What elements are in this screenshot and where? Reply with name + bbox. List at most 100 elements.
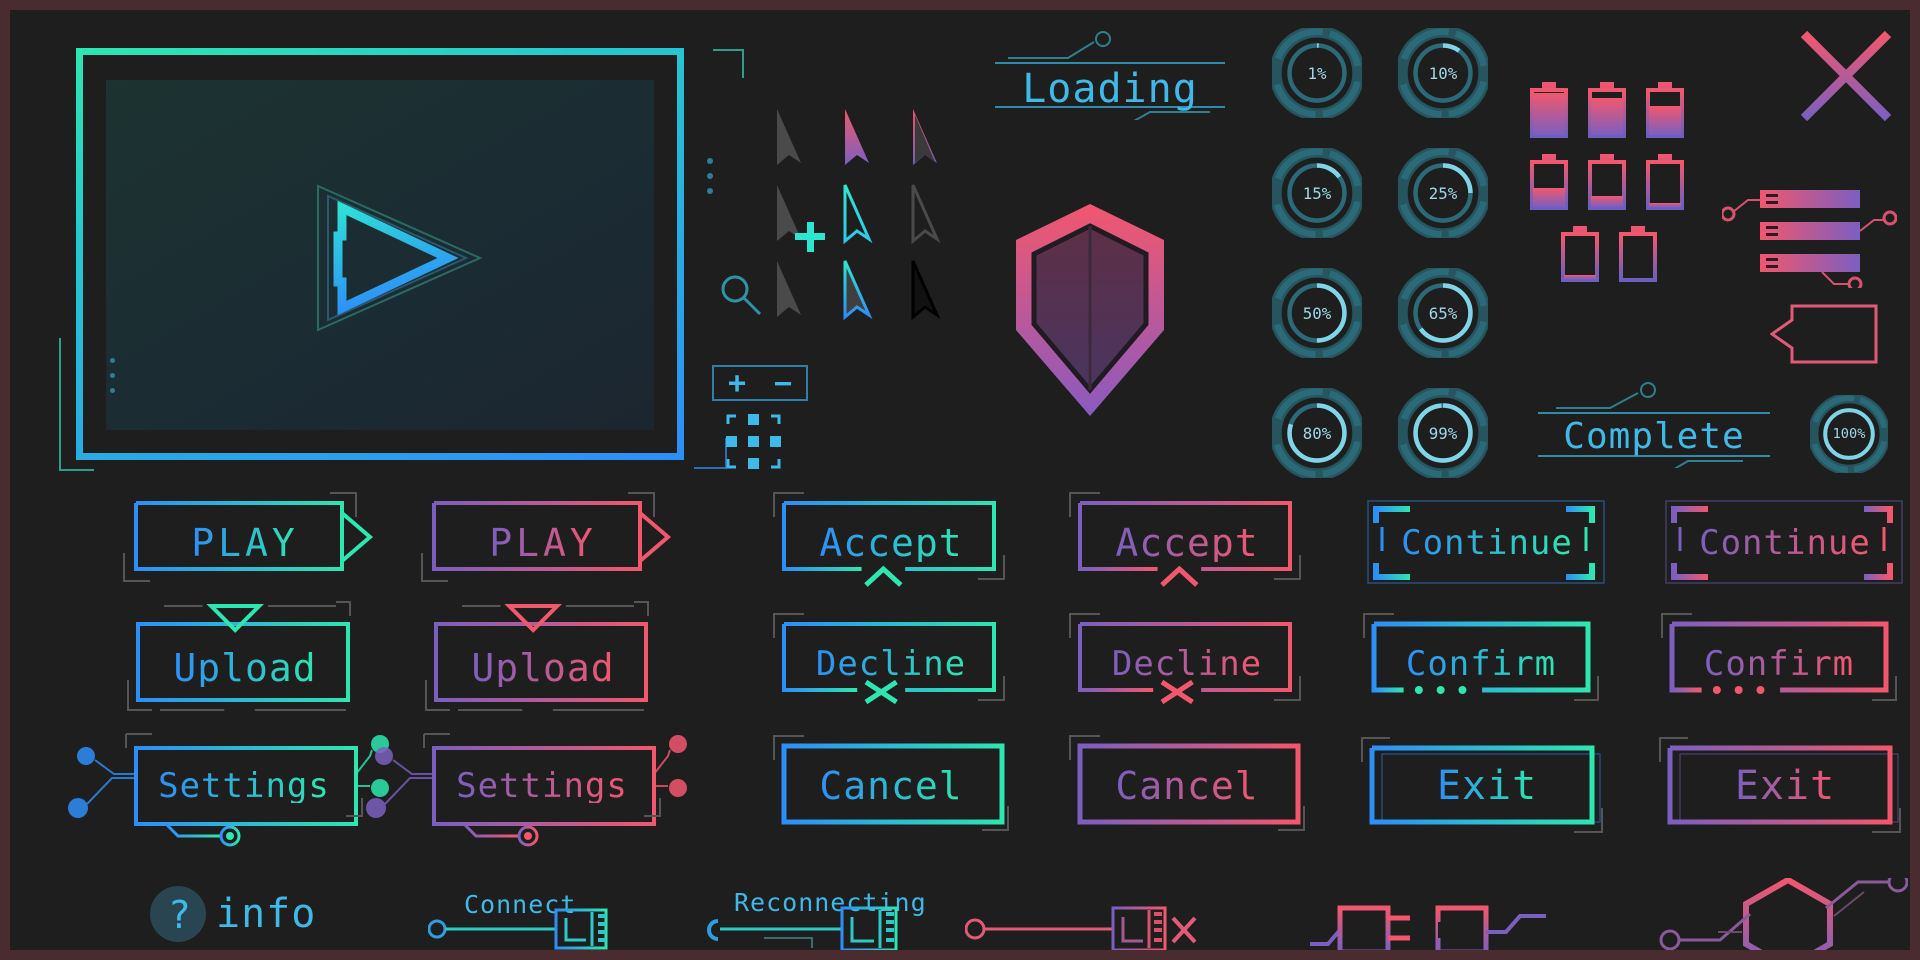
info-label: info — [216, 891, 317, 937]
hex-node-icon[interactable] — [1658, 878, 1908, 950]
button-continue-cyan[interactable]: Continue — [1367, 500, 1605, 584]
node-circle — [1095, 31, 1111, 47]
button-confirm-cyan[interactable]: Confirm — [1363, 613, 1599, 702]
cursor-pink-outline — [845, 109, 869, 165]
video-preview-frame[interactable] — [58, 38, 744, 478]
button-label: Settings — [456, 766, 628, 806]
button-settings-cyan[interactable]: Settings — [68, 733, 389, 847]
battery-fill — [1533, 188, 1565, 207]
deco-corner-tr — [713, 49, 744, 78]
progress-ring[interactable]: 25% — [1398, 148, 1488, 238]
progress-ring[interactable]: 50% — [1272, 268, 1362, 358]
button-label: Continue — [1401, 523, 1573, 563]
complete-status: Complete — [1538, 382, 1770, 468]
button-label: Continue — [1699, 523, 1871, 563]
battery-10 — [1646, 154, 1684, 210]
progress-ring[interactable]: 1% — [1272, 28, 1362, 118]
battery-empty — [1619, 226, 1657, 282]
progress-ring-label: 100% — [1832, 426, 1866, 442]
button-confirm-pink[interactable]: Confirm — [1661, 613, 1897, 702]
deco-corner-br — [694, 438, 727, 469]
plug-icon[interactable] — [1310, 892, 1580, 950]
cursor-grey-solid — [777, 109, 801, 317]
progress-ring[interactable]: 100% — [1810, 395, 1888, 473]
progress-ring-label: 15% — [1302, 183, 1332, 203]
progress-ring-label: 50% — [1302, 303, 1332, 323]
button-label: PLAY — [191, 521, 299, 565]
button-label: Decline — [1111, 644, 1263, 684]
close-x-icon[interactable] — [1798, 28, 1894, 124]
cursor-faint-outline — [911, 184, 941, 245]
button-label: Upload — [471, 646, 615, 690]
progress-ring[interactable]: 65% — [1398, 268, 1488, 358]
button-decline-pink[interactable]: Decline — [1069, 613, 1301, 705]
side-dot — [110, 388, 115, 393]
progress-ring[interactable]: 80% — [1272, 388, 1362, 478]
button-label: Confirm — [1405, 644, 1557, 684]
button-exit-pink[interactable]: Exit — [1659, 737, 1901, 833]
battery-25 — [1588, 154, 1626, 210]
button-label: Upload — [173, 646, 317, 690]
battery-fill — [1591, 196, 1623, 207]
progress-ring-label: 1% — [1307, 63, 1327, 83]
side-dot — [707, 188, 713, 194]
info-button[interactable]: ? info — [150, 886, 317, 942]
battery-shell — [1619, 232, 1657, 282]
progress-ring[interactable]: 10% — [1398, 28, 1488, 118]
progress-ring-label: 80% — [1302, 423, 1332, 443]
play-triangle-icon[interactable] — [298, 178, 498, 338]
cursor-set — [775, 105, 955, 325]
battery-70 — [1646, 82, 1684, 138]
loading-status: Loading — [995, 30, 1225, 120]
zoom-in-button[interactable]: + — [728, 366, 746, 401]
progress-ring-label: 65% — [1428, 303, 1458, 323]
battery-45 — [1530, 154, 1568, 210]
battery-low — [1561, 226, 1599, 282]
button-exit-cyan[interactable]: Exit — [1361, 737, 1603, 833]
button-settings-pink[interactable]: Settings — [366, 733, 687, 847]
tag-callout-icon — [1770, 304, 1878, 364]
battery-fill — [1564, 275, 1596, 279]
complete-label: Complete — [1563, 416, 1745, 457]
progress-ring-label: 99% — [1428, 423, 1458, 443]
cursor-black-outline — [911, 260, 941, 321]
battery-fill — [1649, 106, 1681, 135]
node-circle — [1640, 382, 1656, 398]
button-accept-pink[interactable]: Accept — [1069, 492, 1301, 587]
button-cancel-pink[interactable]: Cancel — [1067, 735, 1311, 831]
battery-90 — [1588, 82, 1626, 138]
button-play-pink[interactable]: PLAY — [421, 492, 672, 582]
progress-ring[interactable]: 15% — [1272, 148, 1362, 238]
button-accept-cyan[interactable]: Accept — [773, 492, 1005, 587]
button-decline-cyan[interactable]: Decline — [773, 613, 1005, 705]
dot-grid-icon[interactable] — [726, 414, 782, 470]
reconnecting-indicator[interactable]: Reconnecting — [702, 888, 932, 950]
button-label: Decline — [815, 644, 967, 684]
battery-fill — [1591, 98, 1623, 135]
progress-ring-label: 25% — [1428, 183, 1458, 203]
battery-full — [1530, 82, 1568, 138]
button-play-cyan[interactable]: PLAY — [123, 492, 374, 582]
zoom-stepper[interactable]: + − — [712, 365, 808, 401]
plug-disconnected-icon[interactable] — [965, 898, 1205, 950]
loading-label: Loading — [1022, 66, 1198, 112]
zoom-out-button[interactable]: − — [774, 366, 792, 401]
pink-slider-group[interactable] — [1722, 178, 1897, 288]
button-label: Exit — [1734, 763, 1836, 809]
ui-kit-canvas: + − Loading 1% 10% 15% 25% 50% 65% 80% 9… — [10, 10, 1910, 950]
button-label: Cancel — [1115, 764, 1259, 808]
progress-ring-label: 10% — [1428, 63, 1458, 83]
button-label: Cancel — [819, 764, 963, 808]
connect-indicator[interactable]: Connect — [428, 890, 638, 950]
button-label: Confirm — [1703, 644, 1855, 684]
button-upload-cyan[interactable]: Upload — [127, 601, 354, 711]
button-upload-pink[interactable]: Upload — [425, 601, 652, 711]
progress-ring[interactable]: 99% — [1398, 388, 1488, 478]
button-continue-pink[interactable]: Continue — [1665, 500, 1903, 584]
question-mark-icon: ? — [168, 893, 191, 937]
button-cancel-cyan[interactable]: Cancel — [771, 735, 1015, 831]
shield-badge — [1016, 204, 1164, 416]
magnifier-icon[interactable] — [718, 272, 764, 318]
side-dot — [110, 358, 115, 363]
plus-icon[interactable] — [795, 222, 825, 252]
